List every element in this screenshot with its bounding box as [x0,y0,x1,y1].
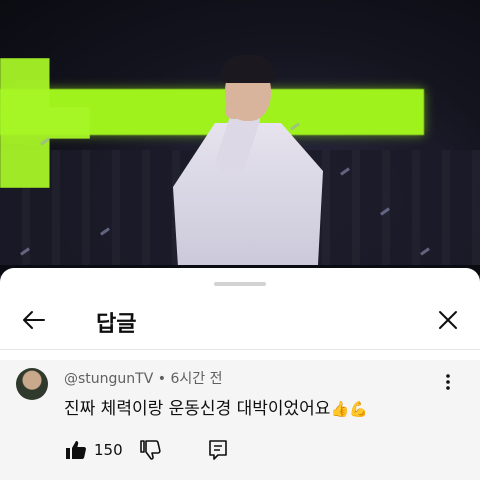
meta-separator: • [157,371,167,387]
like-button[interactable] [64,438,88,462]
avatar[interactable] [16,368,48,400]
replies-sheet: 답글 @stungunTV • 6시간 전 진짜 체력이랑 운동신경 대박이었어… [0,268,480,480]
more-vert-icon [446,374,450,390]
performer-hand [225,101,247,119]
sheet-title: 답글 [96,312,137,337]
comment-text: 진짜 체력이랑 운동신경 대박이었어요👍💪 [64,394,368,419]
dislike-button[interactable] [138,438,162,462]
sheet-header: 답글 [0,298,480,350]
comment-menu-button[interactable] [436,370,460,394]
flexed-biceps-emoji: 💪 [349,400,368,418]
thumbs-up-emoji: 👍 [330,400,350,418]
comment-author[interactable]: @stungunTV [64,371,153,387]
performer-hair [221,55,275,83]
thumb-down-icon [140,440,161,460]
performer [165,55,330,282]
video-player[interactable] [0,0,480,282]
reply-button[interactable] [206,438,230,462]
like-count: 150 [94,441,123,459]
reply-icon [209,440,227,460]
drag-handle[interactable] [214,282,266,286]
comment-item: @stungunTV • 6시간 전 진짜 체력이랑 운동신경 대박이었어요👍💪… [0,360,480,480]
comment-meta: @stungunTV • 6시간 전 [64,368,222,388]
back-button[interactable] [18,304,50,336]
header-divider [0,349,480,350]
thumb-up-icon [66,441,86,459]
close-icon [439,311,457,329]
comment-time: 6시간 전 [170,371,223,387]
close-button[interactable] [432,304,464,336]
comment-body: 진짜 체력이랑 운동신경 대박이었어요 [64,399,331,419]
arrow-left-icon [23,311,45,329]
